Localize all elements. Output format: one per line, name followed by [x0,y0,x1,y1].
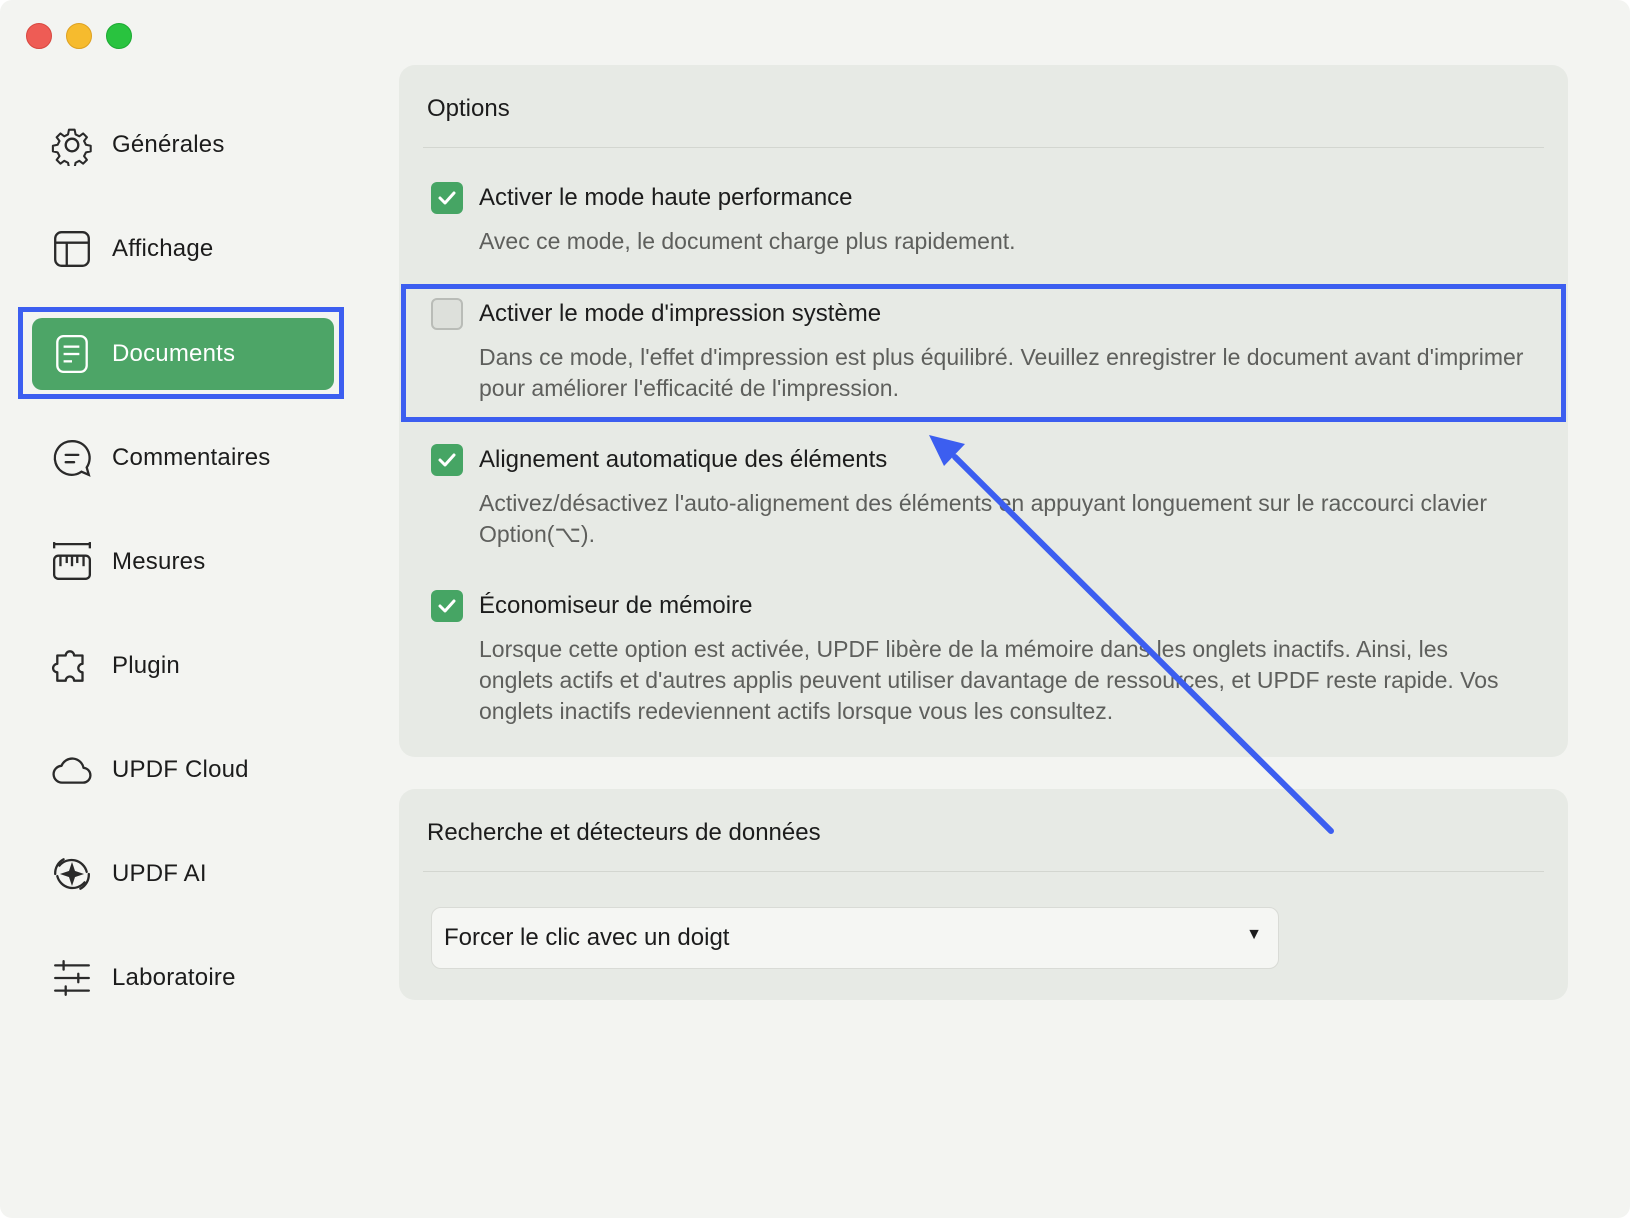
section-divider [423,147,1544,148]
sidebar-item-label: Commentaires [112,444,271,471]
ruler-icon [50,540,94,584]
sidebar-item-laboratoire[interactable]: Laboratoire [32,942,334,1014]
close-window-button[interactable] [26,23,52,49]
cloud-icon [50,748,94,792]
checkmark-icon [438,191,456,205]
sidebar-item-updf-ai[interactable]: UPDF AI [32,838,334,910]
click-mode-dropdown[interactable]: Forcer le clic avec un doigt ▼ [431,907,1279,969]
minimize-window-button[interactable] [66,23,92,49]
checkmark-icon [438,599,456,613]
section-title: Options [427,95,510,122]
sidebar-item-commentaires[interactable]: Commentaires [32,422,334,494]
search-panel: Recherche et détecteurs de données Force… [399,789,1568,1000]
dropdown-value: Forcer le clic avec un doigt [444,924,730,951]
high-performance-checkbox[interactable] [431,182,463,214]
option-title: Activer le mode haute performance [479,184,853,211]
option-description: Activez/désactivez l'auto-alignement des… [479,490,1487,547]
option-description: Avec ce mode, le document charge plus ra… [479,228,1016,254]
section-title: Recherche et détecteurs de données [427,819,821,846]
memory-saver-checkbox[interactable] [431,590,463,622]
system-print-checkbox[interactable] [431,298,463,330]
option-title: Activer le mode d'impression système [479,300,882,327]
sidebar-item-generales[interactable]: Générales [32,109,334,181]
annotation-highlight-documents [18,307,344,399]
sliders-icon [50,956,94,1000]
ai-sparkle-icon [50,852,94,896]
layout-icon [50,227,94,271]
sidebar-item-label: Générales [112,131,225,158]
sidebar-item-label: UPDF Cloud [112,756,249,783]
puzzle-icon [50,644,94,688]
option-description: Dans ce mode, l'effet d'impression est p… [479,344,1524,401]
sidebar-item-label: Mesures [112,548,206,575]
sidebar-item-label: UPDF AI [112,860,207,887]
sidebar-item-affichage[interactable]: Affichage [32,213,334,285]
section-divider [423,871,1544,872]
checkmark-icon [438,453,456,467]
sidebar-item-label: Plugin [112,652,180,679]
sidebar-item-label: Laboratoire [112,964,236,991]
sidebar-item-label: Affichage [112,235,214,262]
zoom-window-button[interactable] [106,23,132,49]
sidebar-item-plugin[interactable]: Plugin [32,630,334,702]
option-title: Économiseur de mémoire [479,592,753,619]
caret-down-icon: ▼ [1246,926,1262,943]
auto-alignment-checkbox[interactable] [431,444,463,476]
sidebar-item-mesures[interactable]: Mesures [32,526,334,598]
gear-icon [50,123,94,167]
options-panel: Options Activer le mode haute performanc… [399,65,1568,757]
comment-icon [50,436,94,480]
preferences-window: Générales Affichage Documents Commentair… [0,0,1630,1218]
option-title: Alignement automatique des éléments [479,446,888,473]
option-description: Lorsque cette option est activée, UPDF l… [479,636,1499,724]
sidebar-item-updf-cloud[interactable]: UPDF Cloud [32,734,334,806]
